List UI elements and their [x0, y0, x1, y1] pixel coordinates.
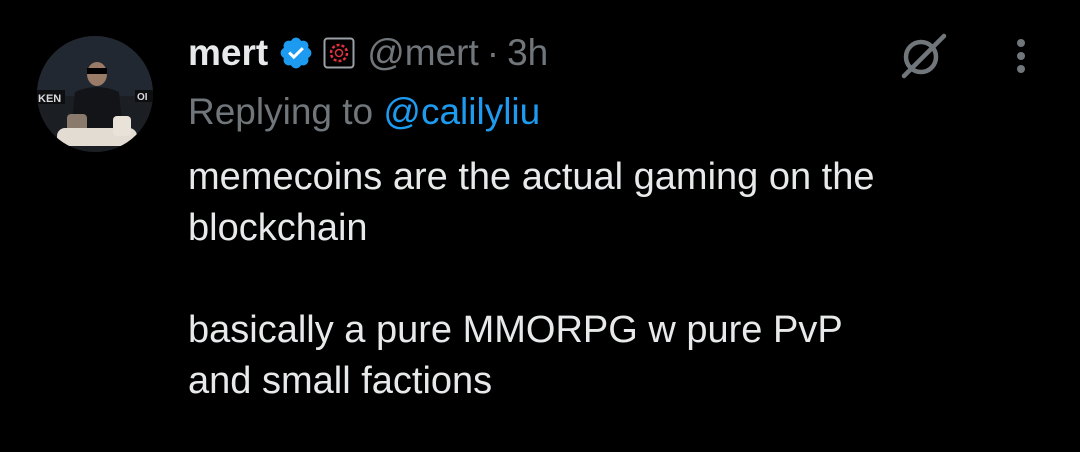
replying-to-label: Replying to — [188, 91, 384, 132]
grok-icon[interactable] — [898, 30, 948, 80]
tweet-text: memecoins are the actual gaming on the b… — [188, 156, 875, 402]
avatar[interactable]: KEN OI — [37, 36, 153, 152]
handle[interactable]: @mert — [367, 32, 479, 74]
svg-text:KEN: KEN — [38, 93, 61, 105]
svg-text:OI: OI — [137, 92, 148, 103]
avatar-photo: KEN OI — [37, 36, 153, 152]
timestamp[interactable]: 3h — [507, 32, 548, 74]
tweet[interactable]: KEN OI mert @mert · 3h Replying to @cali… — [0, 0, 1080, 452]
separator-dot: · — [486, 32, 500, 73]
tweet-body: mert @mert · 3h Replying to @calilyliu m… — [188, 24, 1058, 407]
reply-mention-link[interactable]: @calilyliu — [383, 91, 540, 132]
affiliation-badge-icon[interactable] — [323, 37, 355, 69]
replying-to: Replying to @calilyliu — [188, 88, 1058, 136]
display-name[interactable]: mert — [188, 32, 268, 74]
more-options-icon[interactable] — [1003, 34, 1039, 78]
verified-badge-icon[interactable] — [278, 35, 314, 71]
